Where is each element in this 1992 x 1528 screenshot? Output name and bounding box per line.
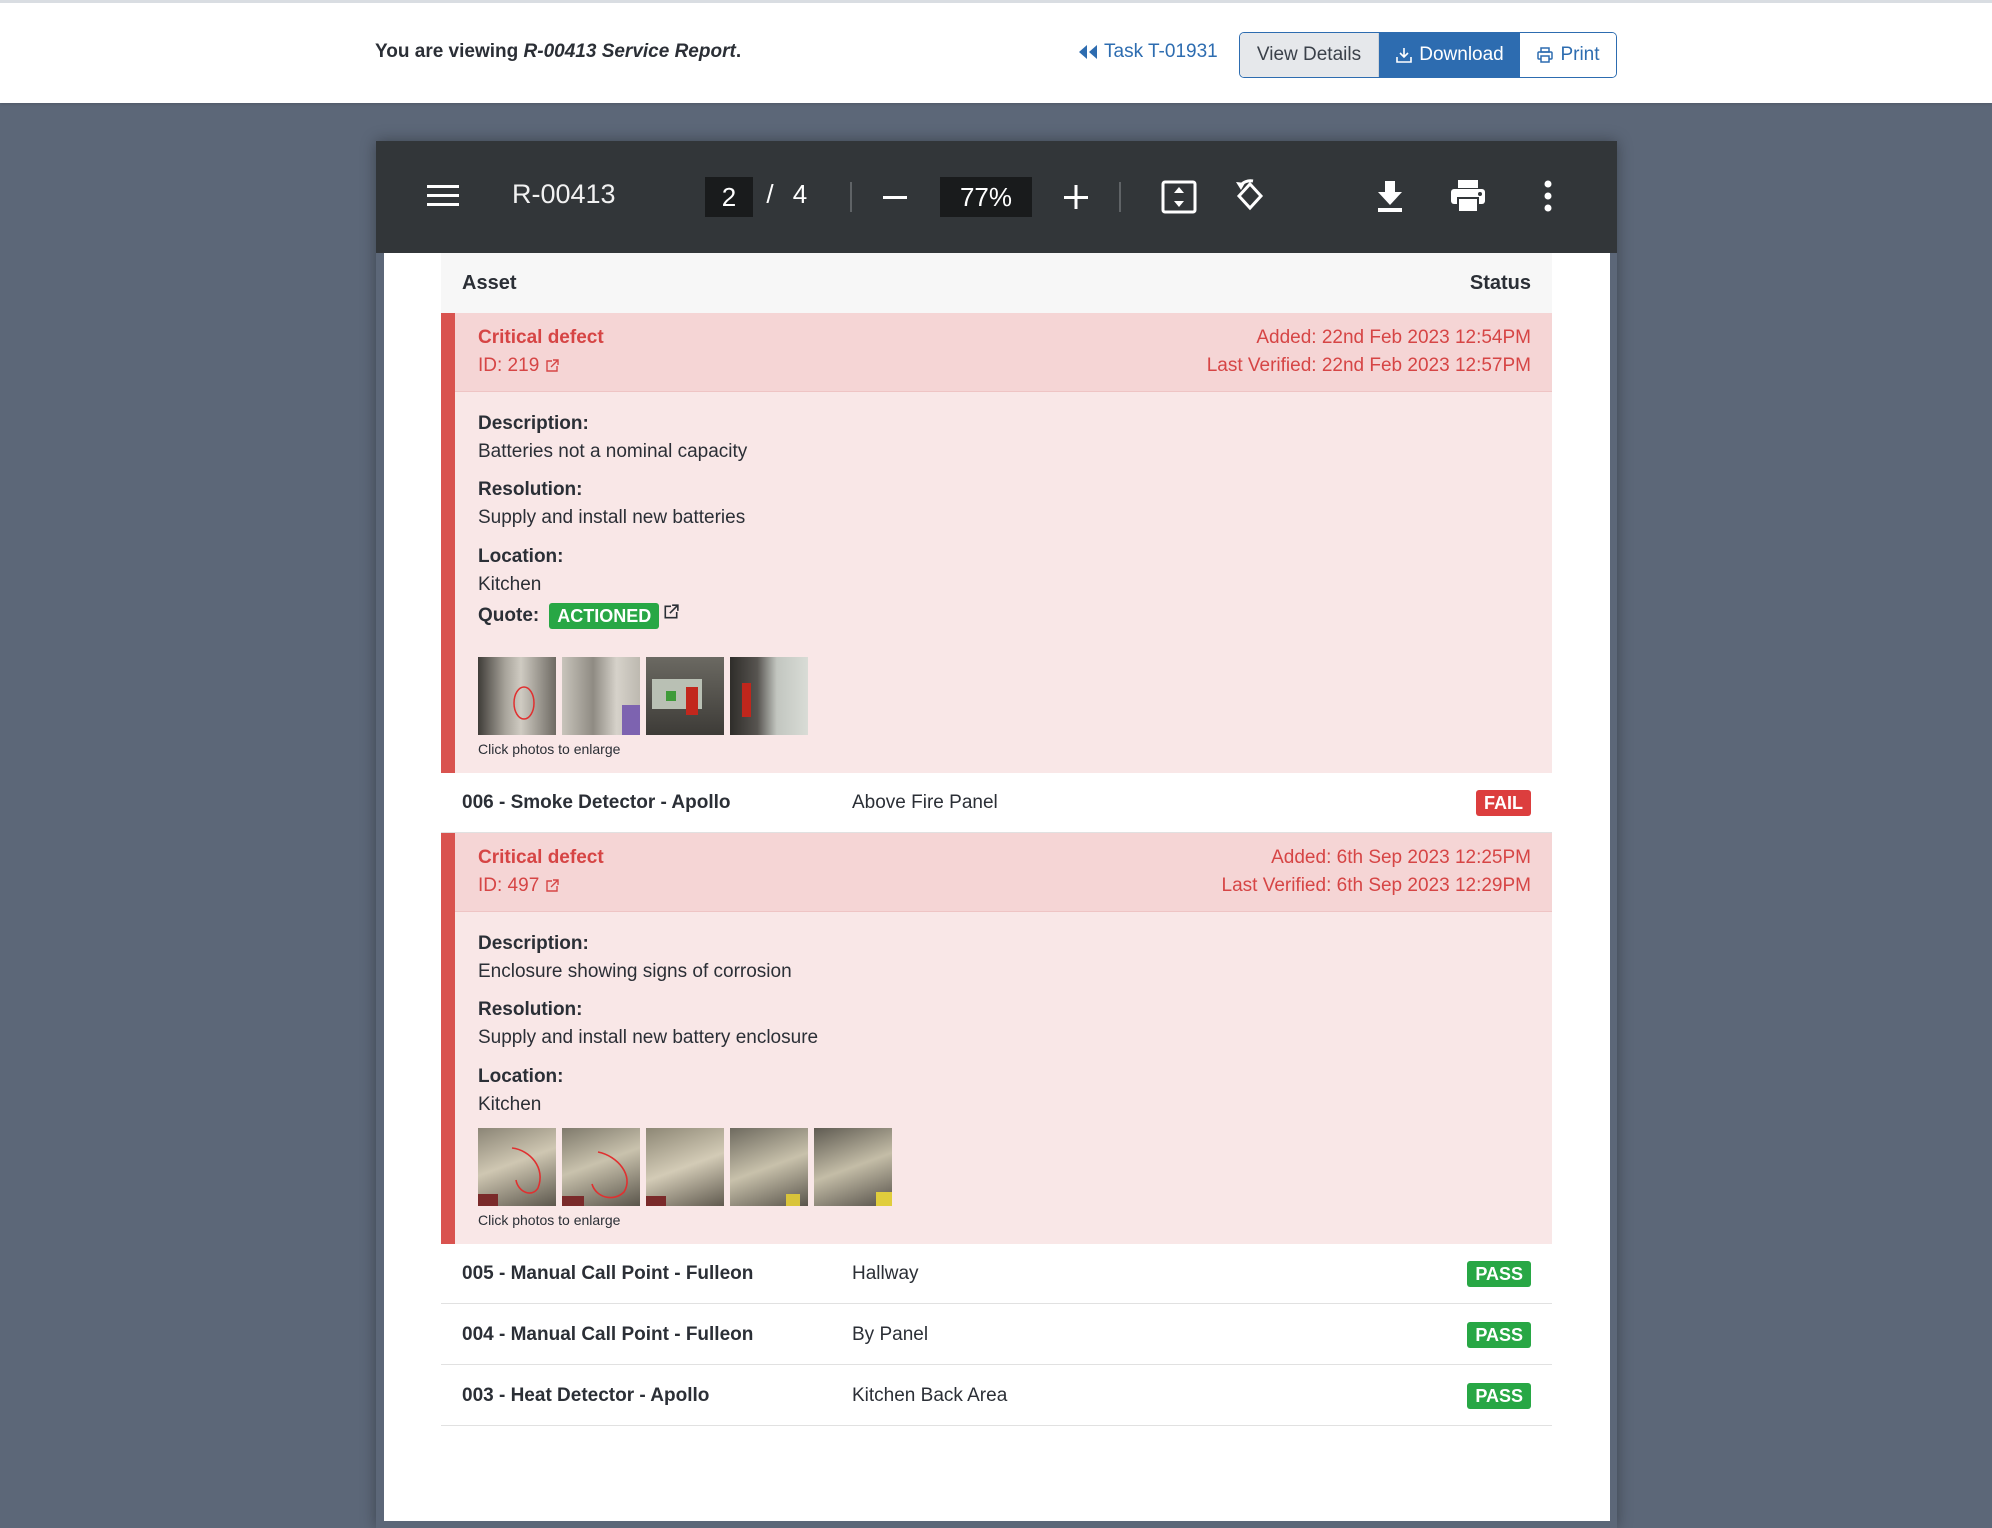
more-options-icon[interactable] xyxy=(1536,177,1560,215)
defect-header: Critical defect ID: 219 Added: 22nd Feb … xyxy=(455,313,1552,392)
status-badge: PASS xyxy=(1467,1383,1531,1409)
asset-table-header: Asset Status xyxy=(441,253,1552,314)
photo-caption: Click photos to enlarge xyxy=(478,1212,621,1228)
column-header-status: Status xyxy=(1469,272,1531,294)
viewing-suffix: . xyxy=(735,41,742,62)
table-row: 005 - Manual Call Point - Fulleon Hallwa… xyxy=(441,1244,1552,1304)
asset-name: 004 - Manual Call Point - Fulleon xyxy=(462,1324,754,1345)
asset-location: Above Fire Panel xyxy=(852,792,998,813)
zoom-out-icon[interactable] xyxy=(879,181,911,213)
table-row: 006 - Smoke Detector - Apollo Above Fire… xyxy=(441,773,1552,833)
defect-photo[interactable] xyxy=(562,657,640,735)
defect-added-date: Added: 22nd Feb 2023 12:54PM xyxy=(1256,327,1531,348)
view-details-button[interactable]: View Details xyxy=(1240,33,1379,77)
page-total: 4 xyxy=(792,179,808,209)
location-value: Kitchen xyxy=(478,574,542,595)
resolution-label: Resolution: xyxy=(478,999,583,1020)
document-title: R-00413 xyxy=(512,179,616,209)
quote-label: Quote: xyxy=(478,605,540,626)
defect-photo[interactable] xyxy=(730,1128,808,1206)
toolbar-divider xyxy=(850,182,852,212)
external-link-icon xyxy=(546,879,559,892)
location-label: Location: xyxy=(478,1066,564,1087)
page-number-input[interactable]: 2 xyxy=(705,177,753,217)
photo-caption: Click photos to enlarge xyxy=(478,741,621,757)
pdf-viewer: R-00413 2 / 4 77% Asset Status Critical … xyxy=(376,141,1617,1528)
download-icon[interactable] xyxy=(1372,177,1408,215)
viewing-prefix: You are viewing xyxy=(375,41,519,62)
asset-name: 005 - Manual Call Point - Fulleon xyxy=(462,1263,754,1284)
viewing-doc-name: R-00413 Service Report xyxy=(523,41,736,62)
fit-page-icon[interactable] xyxy=(1160,178,1198,216)
asset-name: 003 - Heat Detector - Apollo xyxy=(462,1385,710,1406)
asset-location: Hallway xyxy=(852,1263,919,1284)
asset-name: 006 - Smoke Detector - Apollo xyxy=(462,792,731,813)
defect-id-link[interactable]: ID: 497 xyxy=(478,875,559,897)
asset-location: Kitchen Back Area xyxy=(852,1385,1008,1406)
header-button-group: View Details Download Print xyxy=(1239,32,1617,78)
view-details-label: View Details xyxy=(1256,44,1362,65)
defect-id: ID: 219 xyxy=(478,355,540,376)
defect-photo[interactable] xyxy=(478,1128,556,1206)
print-icon[interactable] xyxy=(1448,177,1488,215)
defect-photo[interactable] xyxy=(646,1128,724,1206)
location-label: Location: xyxy=(478,546,564,567)
description-value: Batteries not a nominal capacity xyxy=(478,441,748,462)
double-chevron-left-icon xyxy=(1079,45,1097,59)
defect-card: Critical defect ID: 219 Added: 22nd Feb … xyxy=(441,313,1552,773)
pdf-toolbar: R-00413 2 / 4 77% xyxy=(376,141,1617,253)
status-badge: PASS xyxy=(1467,1322,1531,1348)
printer-icon xyxy=(1537,47,1554,63)
defect-severity: Critical defect xyxy=(478,847,604,868)
toolbar-divider xyxy=(1119,182,1121,212)
defect-id: ID: 497 xyxy=(478,875,540,896)
print-label: Print xyxy=(1560,44,1600,65)
rotate-icon[interactable] xyxy=(1230,176,1270,216)
defect-id-link[interactable]: ID: 219 xyxy=(478,355,559,377)
download-button[interactable]: Download xyxy=(1379,33,1520,77)
defect-header: Critical defect ID: 497 Added: 6th Sep 2… xyxy=(455,833,1552,912)
location-value: Kitchen xyxy=(478,1094,542,1115)
table-row: 003 - Heat Detector - Apollo Kitchen Bac… xyxy=(441,1366,1552,1426)
defect-severity: Critical defect xyxy=(478,327,604,348)
zoom-level-input[interactable]: 77% xyxy=(940,177,1032,217)
quote-row: Quote: ACTIONED xyxy=(478,603,679,629)
page-separator: / xyxy=(766,179,774,209)
defect-verified-date: Last Verified: 6th Sep 2023 12:29PM xyxy=(1221,875,1532,896)
description-label: Description: xyxy=(478,933,589,954)
download-icon xyxy=(1396,48,1413,63)
viewing-notice: You are viewing R-00413 Service Report. xyxy=(375,41,741,63)
resolution-value: Supply and install new batteries xyxy=(478,507,746,528)
resolution-value: Supply and install new battery enclosure xyxy=(478,1027,819,1048)
external-link-icon[interactable] xyxy=(663,604,679,620)
table-row: 004 - Manual Call Point - Fulleon By Pan… xyxy=(441,1305,1552,1365)
defect-verified-date: Last Verified: 22nd Feb 2023 12:57PM xyxy=(1206,355,1531,376)
column-header-asset: Asset xyxy=(462,272,517,294)
defect-photo-gallery xyxy=(478,657,808,735)
quote-status-badge: ACTIONED xyxy=(549,603,660,629)
description-label: Description: xyxy=(478,413,589,434)
defect-photo[interactable] xyxy=(646,657,724,735)
zoom-in-icon[interactable] xyxy=(1060,181,1092,213)
defect-photo[interactable] xyxy=(814,1128,892,1206)
task-back-link[interactable]: Task T-01931 xyxy=(1078,41,1218,63)
print-button[interactable]: Print xyxy=(1520,33,1616,77)
status-badge: PASS xyxy=(1467,1261,1531,1287)
external-link-icon xyxy=(546,359,559,372)
description-value: Enclosure showing signs of corrosion xyxy=(478,961,792,982)
resolution-label: Resolution: xyxy=(478,479,583,500)
pdf-page: Asset Status Critical defect ID: 219 Add… xyxy=(384,253,1610,1521)
menu-icon[interactable] xyxy=(426,179,460,213)
defect-card: Critical defect ID: 497 Added: 6th Sep 2… xyxy=(441,833,1552,1244)
download-label: Download xyxy=(1419,44,1504,65)
defect-photo-gallery xyxy=(478,1128,892,1206)
asset-location: By Panel xyxy=(852,1324,929,1345)
task-link-label: Task T-01931 xyxy=(1104,41,1218,62)
defect-added-date: Added: 6th Sep 2023 12:25PM xyxy=(1271,847,1531,868)
status-badge: FAIL xyxy=(1476,790,1531,816)
top-bar: You are viewing R-00413 Service Report. … xyxy=(0,0,1992,103)
defect-photo[interactable] xyxy=(730,657,808,735)
defect-photo[interactable] xyxy=(478,657,556,735)
defect-photo[interactable] xyxy=(562,1128,640,1206)
